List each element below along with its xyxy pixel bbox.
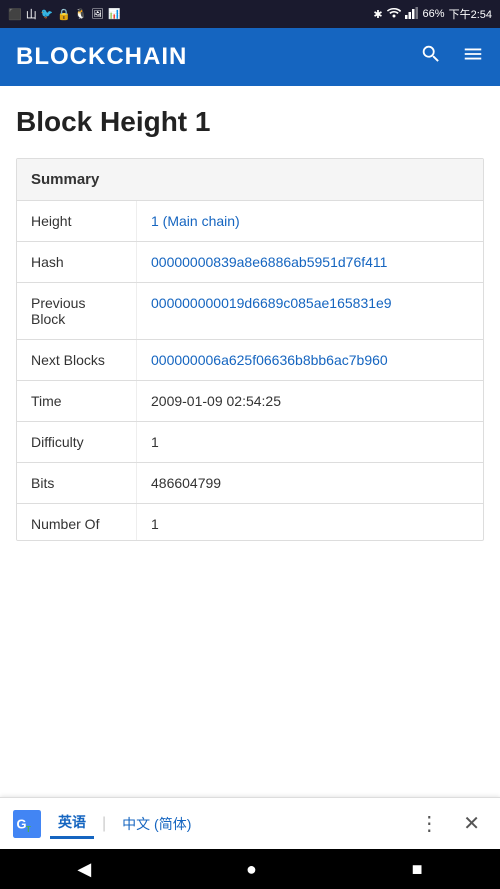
lang-separator: | [102,815,106,833]
brand-logo: BLOCKCHAIN [16,43,187,71]
image-icon: 🖼 [91,9,104,20]
row-label-hash: Hash [17,242,137,282]
time-display: 下午2:54 [449,6,492,22]
search-icon[interactable] [420,43,442,71]
table-row: Height 1 (Main chain) [17,201,483,242]
navbar-actions [420,43,484,71]
source-language[interactable]: 英语 [50,808,94,839]
row-value-previous-block[interactable]: 000000000019d6689c085ae165831e9 [137,283,483,339]
row-value-height[interactable]: 1 (Main chain) [137,201,483,241]
home-button[interactable]: ● [246,859,257,880]
page-title: Block Height 1 [16,106,484,138]
menu-icon[interactable] [462,43,484,71]
row-value-number-of: 1 [137,504,483,540]
status-left: ⬛ 山 🐦 🔒 🐧 🖼 📊 [8,6,120,22]
row-label-time: Time [17,381,137,421]
row-label-number-of: Number Of [17,504,137,540]
twitter-icon: 🐦 [41,9,53,20]
row-value-hash[interactable]: 00000000839a8e6886ab5951d76f411 [137,242,483,282]
main-content: Block Height 1 Summary Height 1 (Main ch… [0,86,500,561]
table-row: Next Blocks 000000006a625f06636b8bb6ac7b… [17,340,483,381]
android-navbar: ◀ ● ■ [0,849,500,889]
lock-icon: 🔒 [57,8,71,21]
battery-level: 66% [423,8,445,20]
back-button[interactable]: ◀ [77,859,91,880]
svg-text:G: G [17,816,27,831]
row-value-difficulty: 1 [137,422,483,462]
table-row: Difficulty 1 [17,422,483,463]
cellular-icon [405,7,419,22]
summary-table-wrapper: Summary Height 1 (Main chain) Hash 00000… [16,158,484,541]
row-label-next-blocks: Next Blocks [17,340,137,380]
row-label-previous-block: Previous Block [17,283,137,339]
row-label-height: Height [17,201,137,241]
table-row: Number Of 1 [17,504,483,540]
status-right: ✱ 66% 下午2:54 [373,6,492,22]
target-language[interactable]: 中文 (简体) [114,810,199,838]
close-button[interactable]: ✕ [455,807,488,840]
navbar: BLOCKCHAIN [0,28,500,86]
wifi-icon [387,7,401,22]
table-row: Hash 00000000839a8e6886ab5951d76f411 [17,242,483,283]
table-row: Bits 486604799 [17,463,483,504]
row-label-bits: Bits [17,463,137,503]
row-value-next-blocks[interactable]: 000000006a625f06636b8bb6ac7b960 [137,340,483,380]
chart-icon: 📊 [108,9,120,20]
google-translate-logo: G T [12,809,42,839]
svg-text:T: T [26,825,31,834]
translation-bar: G T 英语 | 中文 (简体) ⋮ ✕ [0,797,500,849]
bluetooth-icon: ✱ [373,8,382,21]
row-value-bits: 486604799 [137,463,483,503]
table-row: Previous Block 000000000019d6689c085ae16… [17,283,483,340]
row-value-time: 2009-01-09 02:54:25 [137,381,483,421]
battery-icon: ⬛ [8,8,22,21]
summary-header: Summary [17,159,483,201]
table-row: Time 2009-01-09 02:54:25 [17,381,483,422]
row-label-difficulty: Difficulty [17,422,137,462]
signal-bars-icon: 山 [26,6,37,22]
status-bar: ⬛ 山 🐦 🔒 🐧 🖼 📊 ✱ 66% 下午2:54 [0,0,500,28]
more-options-button[interactable]: ⋮ [411,807,447,840]
recent-button[interactable]: ■ [412,859,423,880]
qq-icon: 🐧 [75,9,87,20]
